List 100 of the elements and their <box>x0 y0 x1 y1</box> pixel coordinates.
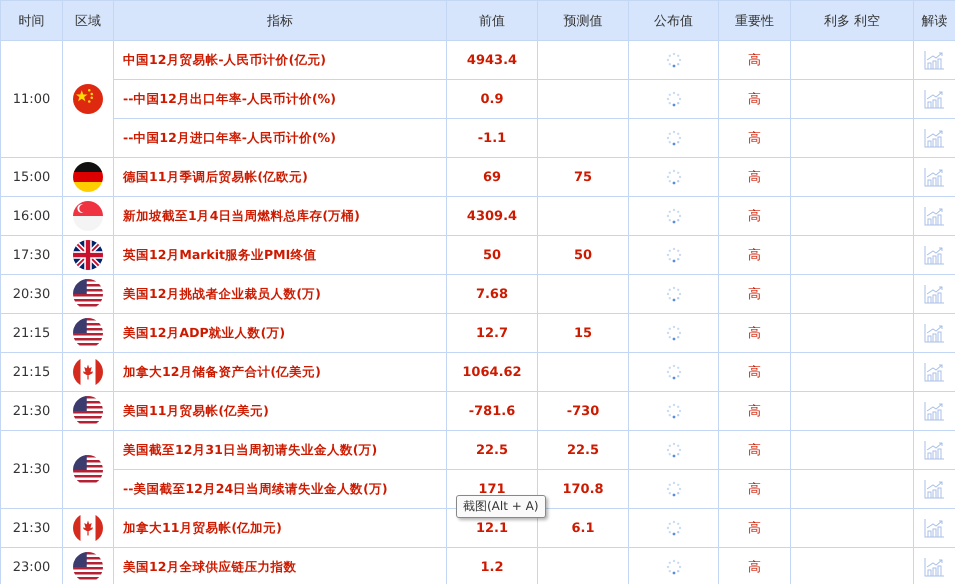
indicator-link[interactable]: 美国12月挑战者企业裁员人数(万) <box>114 274 446 314</box>
chart-icon[interactable] <box>924 479 945 499</box>
indicator-link[interactable]: --美国截至12月24日当周续请失业金人数(万) <box>114 470 446 508</box>
loading-icon <box>666 520 682 536</box>
germany-flag-icon <box>73 162 103 192</box>
importance-level: 高 <box>718 80 790 118</box>
time-cell: 17:30 <box>0 236 62 274</box>
importance-level: 高 <box>718 508 790 548</box>
chart-icon[interactable] <box>924 440 945 460</box>
loading-icon <box>666 169 682 185</box>
loading-icon <box>666 559 682 575</box>
importance-level: 高 <box>718 314 790 352</box>
importance-level: 高 <box>718 470 790 508</box>
loading-icon <box>666 130 682 146</box>
previous-value: 4943.4 <box>446 40 538 80</box>
time-cell: 21:15 <box>0 352 62 392</box>
importance-level: 高 <box>718 274 790 314</box>
indicator-link[interactable]: 美国截至12月31日当周初请失业金人数(万) <box>114 430 446 470</box>
chart-icon[interactable] <box>924 50 945 70</box>
previous-value: -1.1 <box>446 118 538 158</box>
loading-icon <box>666 442 682 458</box>
usa-flag-icon <box>73 279 103 309</box>
time-cell: 23:00 <box>0 548 62 584</box>
loading-icon <box>666 403 682 419</box>
loading-icon <box>666 91 682 107</box>
chart-icon[interactable] <box>924 89 945 109</box>
column-header: 前值 <box>446 0 538 40</box>
time-cell: 21:15 <box>0 314 62 352</box>
column-header: 预测值 <box>538 0 628 40</box>
chart-icon[interactable] <box>924 206 945 226</box>
loading-icon <box>666 208 682 224</box>
indicator-link[interactable]: --中国12月进口年率-人民币计价(%) <box>114 118 446 158</box>
uk-flag-icon <box>73 240 103 270</box>
previous-value: 22.5 <box>446 430 538 470</box>
time-cell: 11:00 <box>0 40 62 158</box>
usa-flag-icon <box>73 454 103 484</box>
loading-icon <box>666 286 682 302</box>
indicator-link[interactable]: 加拿大11月贸易帐(亿加元) <box>114 508 446 548</box>
forecast-value: -730 <box>538 392 628 430</box>
column-header: 公布值 <box>628 0 718 40</box>
chart-icon[interactable] <box>924 167 945 187</box>
column-header: 区域 <box>62 0 114 40</box>
previous-value: 0.9 <box>446 80 538 118</box>
chart-icon[interactable] <box>924 284 945 304</box>
canada-flag-icon <box>73 513 103 543</box>
canada-flag-icon <box>73 357 103 387</box>
importance-level: 高 <box>718 158 790 196</box>
importance-level: 高 <box>718 40 790 80</box>
forecast-value: 15 <box>538 314 628 352</box>
chart-icon[interactable] <box>924 401 945 421</box>
time-cell: 15:00 <box>0 158 62 196</box>
previous-value: 1064.62 <box>446 352 538 392</box>
time-cell: 21:30 <box>0 430 62 508</box>
chart-icon[interactable] <box>924 557 945 577</box>
time-cell: 16:00 <box>0 196 62 236</box>
previous-value: 69 <box>446 158 538 196</box>
indicator-link[interactable]: 美国12月ADP就业人数(万) <box>114 314 446 352</box>
indicator-link[interactable]: 德国11月季调后贸易帐(亿欧元) <box>114 158 446 196</box>
indicator-link[interactable]: --中国12月出口年率-人民币计价(%) <box>114 80 446 118</box>
forecast-value: 22.5 <box>538 430 628 470</box>
importance-level: 高 <box>718 118 790 158</box>
column-header: 解读 <box>914 0 955 40</box>
importance-level: 高 <box>718 352 790 392</box>
loading-icon <box>666 364 682 380</box>
time-cell: 21:30 <box>0 508 62 548</box>
forecast-value: 50 <box>538 236 628 274</box>
chart-icon[interactable] <box>924 245 945 265</box>
usa-flag-icon <box>73 396 103 426</box>
indicator-link[interactable]: 加拿大12月储备资产合计(亿美元) <box>114 352 446 392</box>
importance-level: 高 <box>718 236 790 274</box>
column-header: 指标 <box>114 0 446 40</box>
indicator-link[interactable]: 英国12月Markit服务业PMI终值 <box>114 236 446 274</box>
previous-value: -781.6 <box>446 392 538 430</box>
indicator-link[interactable]: 美国11月贸易帐(亿美元) <box>114 392 446 430</box>
indicator-link[interactable]: 中国12月贸易帐-人民币计价(亿元) <box>114 40 446 80</box>
previous-value: 12.7 <box>446 314 538 352</box>
chart-icon[interactable] <box>924 362 945 382</box>
chart-icon[interactable] <box>924 323 945 343</box>
forecast-value: 75 <box>538 158 628 196</box>
importance-level: 高 <box>718 196 790 236</box>
tooltip: 截图(Alt + A) <box>456 495 546 518</box>
column-header: 利多 利空 <box>790 0 914 40</box>
column-header: 重要性 <box>718 0 790 40</box>
usa-flag-icon <box>73 318 103 348</box>
singapore-flag-icon <box>73 201 103 231</box>
importance-level: 高 <box>718 430 790 470</box>
loading-icon <box>666 52 682 68</box>
previous-value: 50 <box>446 236 538 274</box>
loading-icon <box>666 247 682 263</box>
previous-value: 4309.4 <box>446 196 538 236</box>
previous-value: 7.68 <box>446 274 538 314</box>
chart-icon[interactable] <box>924 128 945 148</box>
indicator-link[interactable]: 新加坡截至1月4日当周燃料总库存(万桶) <box>114 196 446 236</box>
usa-flag-icon <box>73 552 103 582</box>
chart-icon[interactable] <box>924 518 945 538</box>
china-flag-icon <box>73 84 103 114</box>
time-cell: 21:30 <box>0 392 62 430</box>
loading-icon <box>666 481 682 497</box>
loading-icon <box>666 325 682 341</box>
column-header: 时间 <box>0 0 62 40</box>
